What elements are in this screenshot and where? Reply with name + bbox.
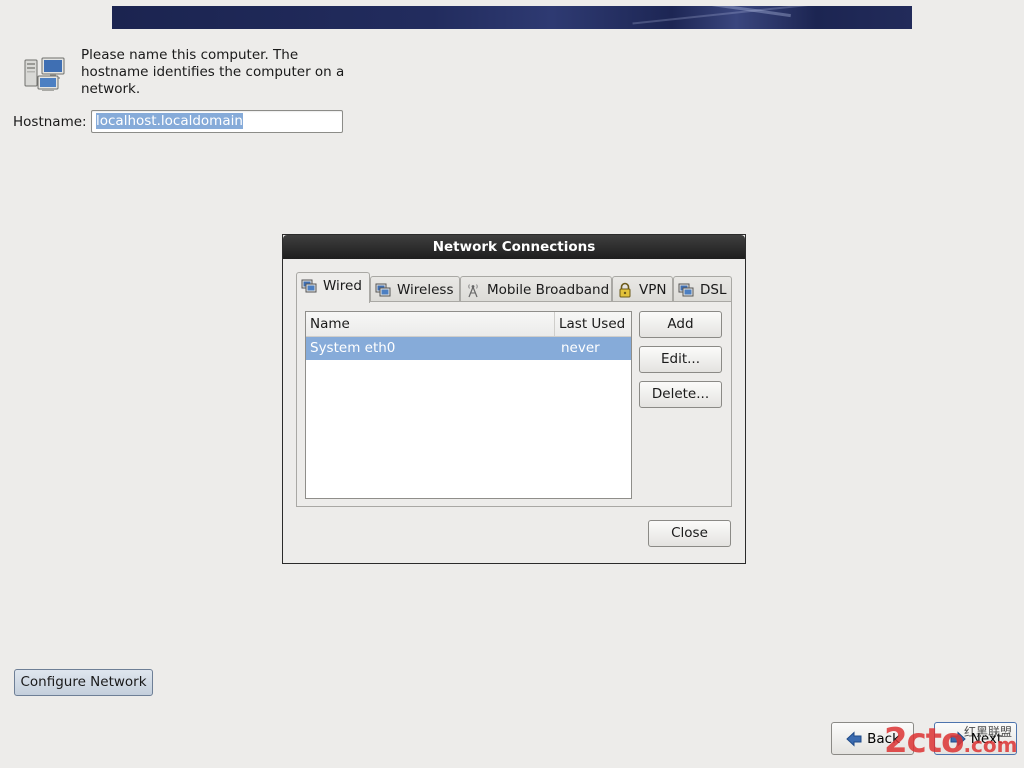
lock-icon	[619, 282, 631, 297]
list-header: Name Last Used	[306, 312, 631, 337]
tab-wireless-label: Wireless	[397, 281, 454, 298]
connection-name: System eth0	[310, 340, 396, 356]
edit-button[interactable]: Edit...	[639, 346, 722, 373]
site-watermark: 2cto.com 红黑联盟	[884, 722, 1024, 766]
connection-last-used: never	[561, 340, 600, 356]
hostname-input[interactable]: localhost.localdomain	[91, 110, 343, 133]
dialog-title: Network Connections	[283, 235, 745, 259]
tab-dsl[interactable]: DSL	[673, 276, 732, 302]
antenna-icon	[468, 283, 478, 297]
add-button[interactable]: Add	[639, 311, 722, 338]
tab-vpn[interactable]: VPN	[612, 276, 673, 302]
hostname-instructions: Please name this computer. The hostname …	[81, 47, 345, 97]
table-row[interactable]: System eth0 never	[306, 337, 631, 360]
back-arrow-icon	[846, 730, 862, 747]
tab-mobile-broadband[interactable]: Mobile Broadband	[460, 276, 612, 302]
watermark-caption: 红黑联盟	[964, 725, 1013, 739]
tab-dsl-label: DSL	[700, 281, 727, 298]
close-button[interactable]: Close	[648, 520, 731, 547]
wireless-network-icon	[375, 283, 391, 296]
column-header-name[interactable]: Name	[306, 312, 555, 336]
hostname-value: localhost.localdomain	[96, 113, 243, 129]
tab-wired[interactable]: Wired	[296, 272, 370, 303]
wired-tab-panel: Name Last Used System eth0 never Add Edi…	[296, 301, 732, 507]
delete-button[interactable]: Delete...	[639, 381, 722, 408]
tab-mobile-broadband-label: Mobile Broadband	[487, 281, 610, 298]
tab-wireless[interactable]: Wireless	[370, 276, 460, 302]
tab-wired-label: Wired	[323, 278, 362, 294]
network-connections-dialog: Network Connections Wired Wireless Mobil…	[282, 234, 746, 564]
connections-list[interactable]: Name Last Used System eth0 never	[305, 311, 632, 499]
wired-network-icon	[301, 279, 317, 293]
network-computers-icon	[24, 57, 65, 91]
header-banner	[112, 6, 912, 29]
column-header-last-used[interactable]: Last Used	[555, 312, 631, 336]
hostname-label: Hostname:	[13, 114, 87, 130]
configure-network-button[interactable]: Configure Network	[14, 669, 153, 696]
tab-vpn-label: VPN	[639, 281, 667, 298]
dsl-network-icon	[678, 283, 694, 296]
